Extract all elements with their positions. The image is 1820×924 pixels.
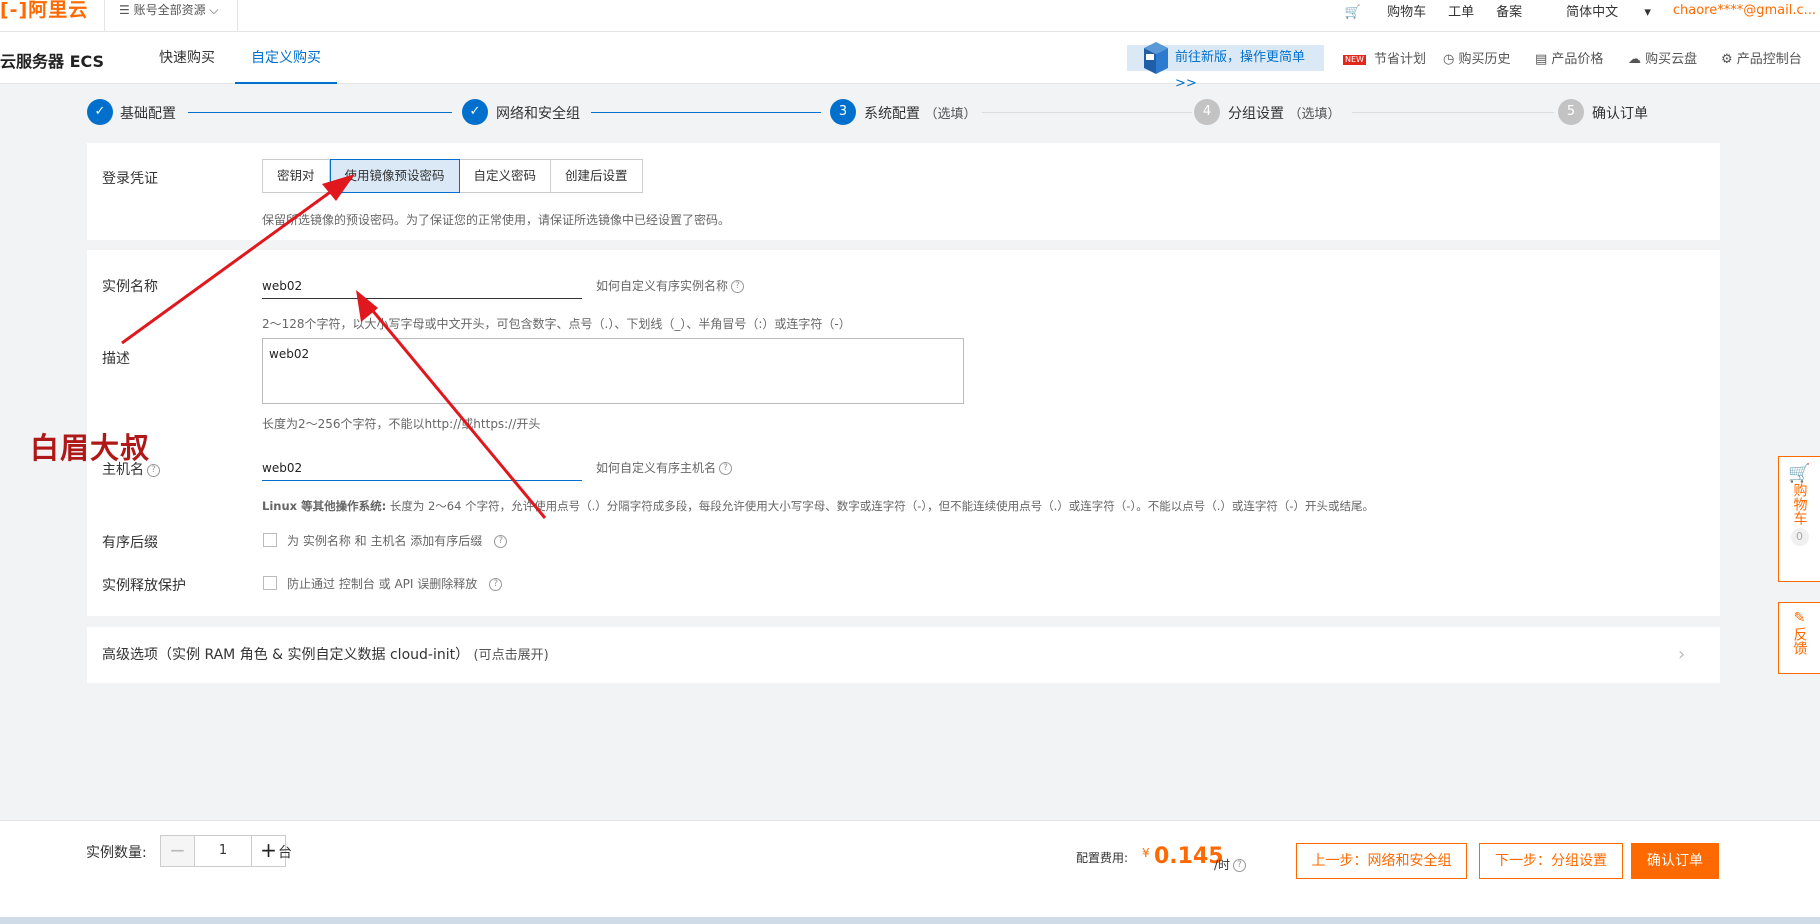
question-icon: ?: [731, 280, 745, 293]
login-credential-label: 登录凭证: [102, 171, 158, 187]
quantity-stepper: − 1 +: [160, 835, 286, 867]
step-connector: [1352, 112, 1554, 113]
aliyun-logo[interactable]: [-]阿里云: [0, 0, 88, 32]
new-badge: NEW: [1343, 54, 1366, 65]
hostname-hint: Linux 等其他操作系统: 长度为 2～64 个字符，允许使用点号（.）分隔字…: [262, 499, 1374, 513]
option-set-after-creation[interactable]: 创建后设置: [551, 160, 642, 192]
clock-icon: ◷: [1443, 52, 1459, 67]
option-image-preset-password[interactable]: 使用镜像预设密码: [329, 159, 460, 193]
prev-step-button[interactable]: 上一步：网络和安全组: [1296, 843, 1467, 879]
side-feedback[interactable]: ✎ 反馈: [1778, 602, 1820, 674]
ordered-suffix-checkbox[interactable]: [263, 533, 277, 547]
instance-name-label: 实例名称: [102, 279, 158, 295]
price-unit: /时?: [1214, 856, 1247, 873]
minus-button[interactable]: −: [161, 836, 195, 866]
quantity-value[interactable]: 1: [195, 836, 251, 866]
confirm-order-button[interactable]: 确认订单: [1631, 843, 1719, 879]
account-resources-label: 账号全部资源: [133, 3, 206, 17]
side-feedback-label: 反馈: [1791, 627, 1808, 655]
question-icon[interactable]: ?: [494, 535, 508, 548]
tab-custom-buy[interactable]: 自定义购买: [235, 32, 337, 84]
step-4-number: 4: [1194, 99, 1220, 125]
caret-down-icon: ▾: [1644, 4, 1651, 20]
fee-label: 配置费用:: [1076, 851, 1129, 865]
gear-icon: ⚙: [1721, 52, 1737, 67]
question-icon: ?: [719, 462, 733, 475]
login-credential-hint: 保留所选镜像的预设密码。为了保证您的正常使用，请保证所选镜像中已经设置了密码。: [262, 213, 731, 227]
step-3-number: 3: [830, 99, 856, 125]
step-2-label: 网络和安全组: [496, 106, 580, 122]
hostname-help-link[interactable]: 如何自定义有序主机名?: [596, 459, 733, 476]
step-1-label: 基础配置: [120, 106, 176, 122]
side-cart-label: 购物车: [1791, 483, 1808, 525]
description-textarea[interactable]: web02: [262, 338, 964, 404]
buy-disk-link[interactable]: ☁ 购买云盘: [1628, 48, 1697, 67]
step-2-check-icon: ✓: [462, 99, 488, 125]
cart-icon: 🛒: [1344, 4, 1361, 20]
advanced-options-label: 高级选项（实例 RAM 角色 & 实例自定义数据 cloud-init） (可点…: [102, 647, 549, 663]
step-connector: [591, 112, 821, 113]
side-cart[interactable]: 🛒 购物车 0: [1778, 456, 1820, 582]
option-custom-password[interactable]: 自定义密码: [460, 160, 552, 192]
cart-link[interactable]: 🛒 购物车: [1323, 1, 1426, 20]
release-protection-label: 实例释放保护: [102, 578, 186, 594]
release-protection-text: 防止通过 控制台 或 API 误删除释放?: [287, 575, 503, 592]
ordered-suffix-text: 为 实例名称 和 主机名 添加有序后缀?: [287, 532, 508, 549]
cart-icon: 🛒: [1788, 463, 1811, 484]
next-step-button[interactable]: 下一步：分组设置: [1479, 843, 1623, 879]
language-dropdown[interactable]: 简体中文 ▾: [1544, 1, 1651, 20]
tab-quick-buy[interactable]: 快速购买: [159, 32, 215, 84]
instance-settings-panel: [87, 250, 1720, 616]
cart-count-badge: 0: [1790, 528, 1809, 546]
chevron-right-icon: ›: [1678, 644, 1686, 665]
ticket-link[interactable]: 工单: [1448, 1, 1474, 20]
option-key-pair[interactable]: 密钥对: [263, 160, 330, 192]
description-label: 描述: [102, 351, 130, 367]
instance-name-hint: 2～128个字符，以大小写字母或中文开头，可包含数字、点号（.）、下划线（_）、…: [262, 317, 851, 331]
step-3-label: 系统配置 （选填）: [864, 106, 977, 122]
product-price-link[interactable]: ▤ 产品价格: [1535, 48, 1603, 67]
product-title: 云服务器 ECS: [0, 52, 105, 71]
step-connector: [982, 112, 1192, 113]
author-watermark: 白眉大叔: [30, 431, 151, 465]
purchase-history-link[interactable]: ◷ 购买历史: [1443, 48, 1511, 67]
edit-icon: ✎: [1793, 610, 1806, 626]
step-connector: [188, 112, 452, 113]
savings-plan-link[interactable]: NEW 节省计划: [1343, 48, 1426, 67]
release-protection-checkbox[interactable]: [263, 576, 277, 590]
top-right-links: 🛒 购物车 工单 备案 简体中文 ▾ chaore****@gmail.c...: [1301, 0, 1820, 20]
icp-link[interactable]: 备案: [1496, 1, 1522, 20]
product-console-link[interactable]: ⚙ 产品控制台: [1721, 48, 1802, 67]
hostname-input[interactable]: [262, 455, 582, 481]
instance-name-help-link[interactable]: 如何自定义有序实例名称?: [596, 277, 745, 294]
user-email[interactable]: chaore****@gmail.c...: [1673, 3, 1816, 18]
cube-icon: [1144, 42, 1168, 74]
login-credential-options: 密钥对 使用镜像预设密码 自定义密码 创建后设置: [262, 159, 643, 193]
question-icon[interactable]: ?: [1233, 859, 1247, 872]
instance-name-input[interactable]: [262, 273, 582, 299]
account-resources-dropdown[interactable]: ☰ 账号全部资源 ⌵: [104, 0, 238, 32]
question-icon[interactable]: ?: [489, 578, 503, 591]
bottom-strip: [0, 917, 1820, 924]
quantity-unit: 台: [278, 845, 292, 861]
step-5-number: 5: [1558, 99, 1584, 125]
cloud-icon: ☁: [1628, 52, 1646, 67]
list-icon: ☰: [119, 3, 134, 17]
step-5-label: 确认订单: [1592, 106, 1648, 122]
description-hint: 长度为2～256个字符，不能以http://或https://开头: [262, 417, 541, 431]
quantity-label: 实例数量:: [86, 845, 147, 861]
currency-symbol: ¥: [1142, 846, 1150, 860]
step-1-check-icon: ✓: [87, 99, 113, 125]
ordered-suffix-label: 有序后缀: [102, 535, 158, 551]
step-4-label: 分组设置 （选填）: [1228, 106, 1341, 122]
doc-icon: ▤: [1535, 52, 1552, 67]
chevron-down-icon: ⌵: [205, 3, 219, 17]
